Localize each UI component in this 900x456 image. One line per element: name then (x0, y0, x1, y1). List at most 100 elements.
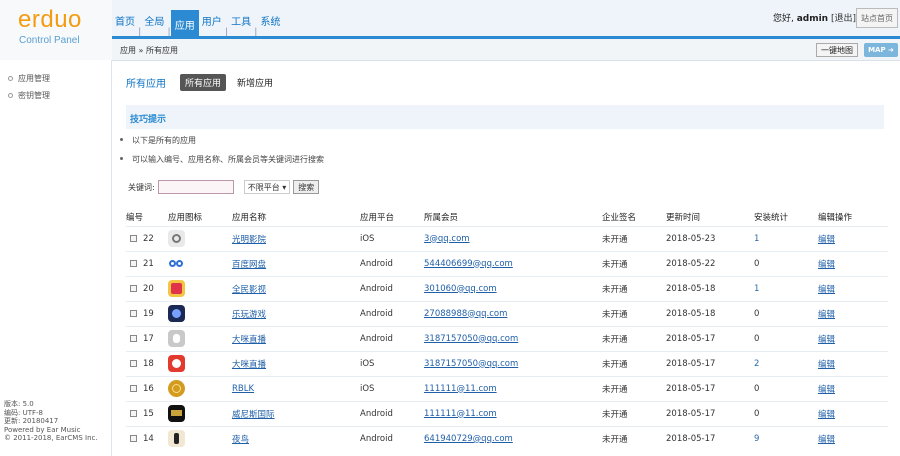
icon-cell (168, 325, 232, 351)
row-id: 17 (143, 333, 154, 344)
edit-link[interactable]: 编辑 (818, 385, 835, 395)
site-home-button[interactable]: 站点首页 (856, 8, 898, 28)
edit-link[interactable]: 编辑 (818, 260, 835, 270)
keyword-label: 关键词: (128, 182, 155, 192)
date-cell: 2018-05-17 (666, 400, 754, 426)
tab-all-apps[interactable]: 所有应用 (180, 74, 227, 91)
member-cell: 3187157050@qq.com (424, 350, 602, 376)
member-cell: 111111@11.com (424, 400, 602, 426)
map-button[interactable]: MAP ➜ (864, 43, 898, 57)
app-name-link[interactable]: 百度网盘 (232, 260, 266, 270)
edit-link[interactable]: 编辑 (818, 410, 835, 420)
sidebar-item-key-management[interactable]: 密钥管理 (8, 90, 50, 101)
keyword-input[interactable] (157, 180, 234, 194)
date-cell: 2018-05-17 (666, 375, 754, 401)
row-checkbox[interactable] (130, 259, 137, 267)
nav-users[interactable]: 用户 (199, 10, 225, 38)
edit-link[interactable]: 编辑 (818, 360, 835, 370)
name-cell: RBLK (232, 375, 360, 401)
icon-cell (168, 400, 232, 426)
row-checkbox[interactable] (130, 234, 137, 242)
icon-cell (168, 350, 232, 376)
tip-line: 可以输入编号、应用名称、所属会员等关键词进行搜索 (120, 154, 324, 165)
nav-tools[interactable]: 工具 (228, 10, 254, 38)
encoding-text: 编码: UTF-8 (4, 408, 43, 417)
sign-cell: 未开通 (602, 400, 666, 426)
member-link[interactable]: 111111@11.com (424, 409, 497, 419)
platform-cell: iOS (360, 225, 424, 251)
col-installs: 安装统计 (754, 212, 789, 223)
member-link[interactable]: 3187157050@qq.com (424, 359, 518, 369)
row-checkbox[interactable] (130, 409, 137, 417)
sidebar-item-app-management[interactable]: 应用管理 (8, 73, 50, 84)
id-cell: 16 (126, 375, 168, 401)
icon-cell (168, 225, 232, 251)
edit-link[interactable]: 编辑 (818, 285, 835, 295)
tab-new-app[interactable]: 新增应用 (232, 74, 278, 91)
row-checkbox[interactable] (130, 359, 137, 367)
platform-select[interactable]: 不限平台 ▾ (243, 180, 291, 194)
installs-cell: 9 (754, 425, 818, 451)
member-link[interactable]: 544406699@qq.com (424, 259, 513, 269)
nav-system[interactable]: 系统 (258, 10, 284, 38)
quick-map-button[interactable]: 一键地图 (816, 43, 858, 57)
icon-cell (168, 375, 232, 401)
edit-link[interactable]: 编辑 (818, 310, 835, 320)
logo-subtitle: Control Panel (19, 35, 80, 46)
user-area: 您好, admin [退出] (773, 11, 856, 24)
member-link[interactable]: 27088988@qq.com (424, 309, 507, 319)
col-action: 编辑操作 (818, 212, 853, 223)
app-name-link[interactable]: RBLK (232, 384, 254, 394)
row-id: 15 (143, 408, 154, 419)
member-link[interactable]: 641940729@qq.com (424, 434, 513, 444)
date-cell: 2018-05-23 (666, 225, 754, 251)
row-checkbox[interactable] (130, 334, 137, 342)
row-checkbox[interactable] (130, 434, 137, 442)
logo[interactable]: erduo Control Panel (0, 0, 112, 60)
edit-link[interactable]: 编辑 (818, 335, 835, 345)
app-name-link[interactable]: 大咪直播 (232, 360, 266, 370)
row-checkbox[interactable] (130, 384, 137, 392)
nav-home[interactable]: 首页 (112, 10, 138, 38)
username: admin (796, 14, 829, 24)
app-name-link[interactable]: 大咪直播 (232, 335, 266, 345)
name-cell: 光明影院 (232, 225, 360, 251)
installs-cell: 0 (754, 400, 818, 426)
app-name-link[interactable]: 全民影视 (232, 285, 266, 295)
logout-link[interactable]: [退出] (831, 14, 856, 24)
app-name-link[interactable]: 光明影院 (232, 235, 266, 245)
col-icon: 应用图标 (168, 212, 203, 223)
app-name-link[interactable]: 夜鸟 (232, 435, 249, 445)
row-checkbox[interactable] (130, 284, 137, 292)
circle-bullet-icon (8, 93, 13, 98)
tip-text: 以下是所有的应用 (132, 136, 196, 145)
id-cell: 17 (126, 325, 168, 351)
edit-link[interactable]: 编辑 (818, 435, 835, 445)
member-link[interactable]: 3@qq.com (424, 234, 470, 244)
icon-cell (168, 275, 232, 301)
member-cell: 544406699@qq.com (424, 250, 602, 276)
nav-global[interactable]: 全局 (141, 10, 167, 38)
nav-apps[interactable]: 应用 (170, 10, 199, 38)
tip-text: 可以输入编号、应用名称、所属会员等关键词进行搜索 (132, 155, 324, 164)
powered-by-text: Powered by Ear Music (4, 425, 81, 434)
section-title: 所有应用 (126, 79, 166, 90)
app-name-link[interactable]: 威尼斯国际 (232, 410, 275, 420)
sign-cell: 未开通 (602, 375, 666, 401)
member-link[interactable]: 301060@qq.com (424, 284, 497, 294)
id-cell: 22 (126, 225, 168, 251)
row-id: 14 (143, 433, 154, 444)
app-name-link[interactable]: 乐玩游戏 (232, 310, 266, 320)
row-id: 22 (143, 233, 154, 244)
member-link[interactable]: 3187157050@qq.com (424, 334, 518, 344)
edit-link[interactable]: 编辑 (818, 235, 835, 245)
bullet-icon (120, 138, 123, 141)
circle-bullet-icon (8, 76, 13, 81)
row-checkbox[interactable] (130, 309, 137, 317)
action-cell: 编辑 (818, 325, 888, 351)
member-link[interactable]: 111111@11.com (424, 384, 497, 394)
date-cell: 2018-05-17 (666, 325, 754, 351)
top-nav-bar: 首页 | 全局 | 应用 用户 | 工具 | 系统 您好, admin [退出] 站点首… (112, 0, 900, 38)
search-button[interactable]: 搜索 (293, 180, 320, 194)
tab-bar: 所有应用 所有应用 新增应用 (126, 74, 284, 91)
